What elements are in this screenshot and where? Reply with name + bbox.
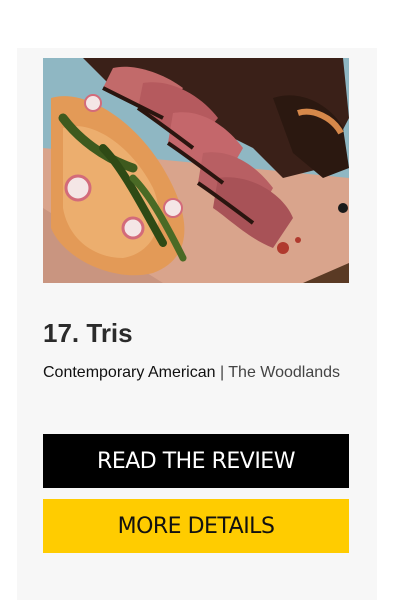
separator: | xyxy=(215,364,229,381)
more-details-button[interactable]: MORE DETAILS xyxy=(43,499,349,553)
restaurant-title: 17. Tris xyxy=(43,318,133,348)
location-label: The Woodlands xyxy=(228,364,341,381)
restaurant-card: 17. Tris Contemporary American | The Woo… xyxy=(17,48,377,600)
restaurant-subtitle: Contemporary American | The Woodlands xyxy=(43,362,343,384)
cuisine-label: Contemporary American xyxy=(43,364,216,381)
dish-photo[interactable] xyxy=(43,58,349,283)
read-review-button[interactable]: READ THE REVIEW xyxy=(43,434,349,488)
